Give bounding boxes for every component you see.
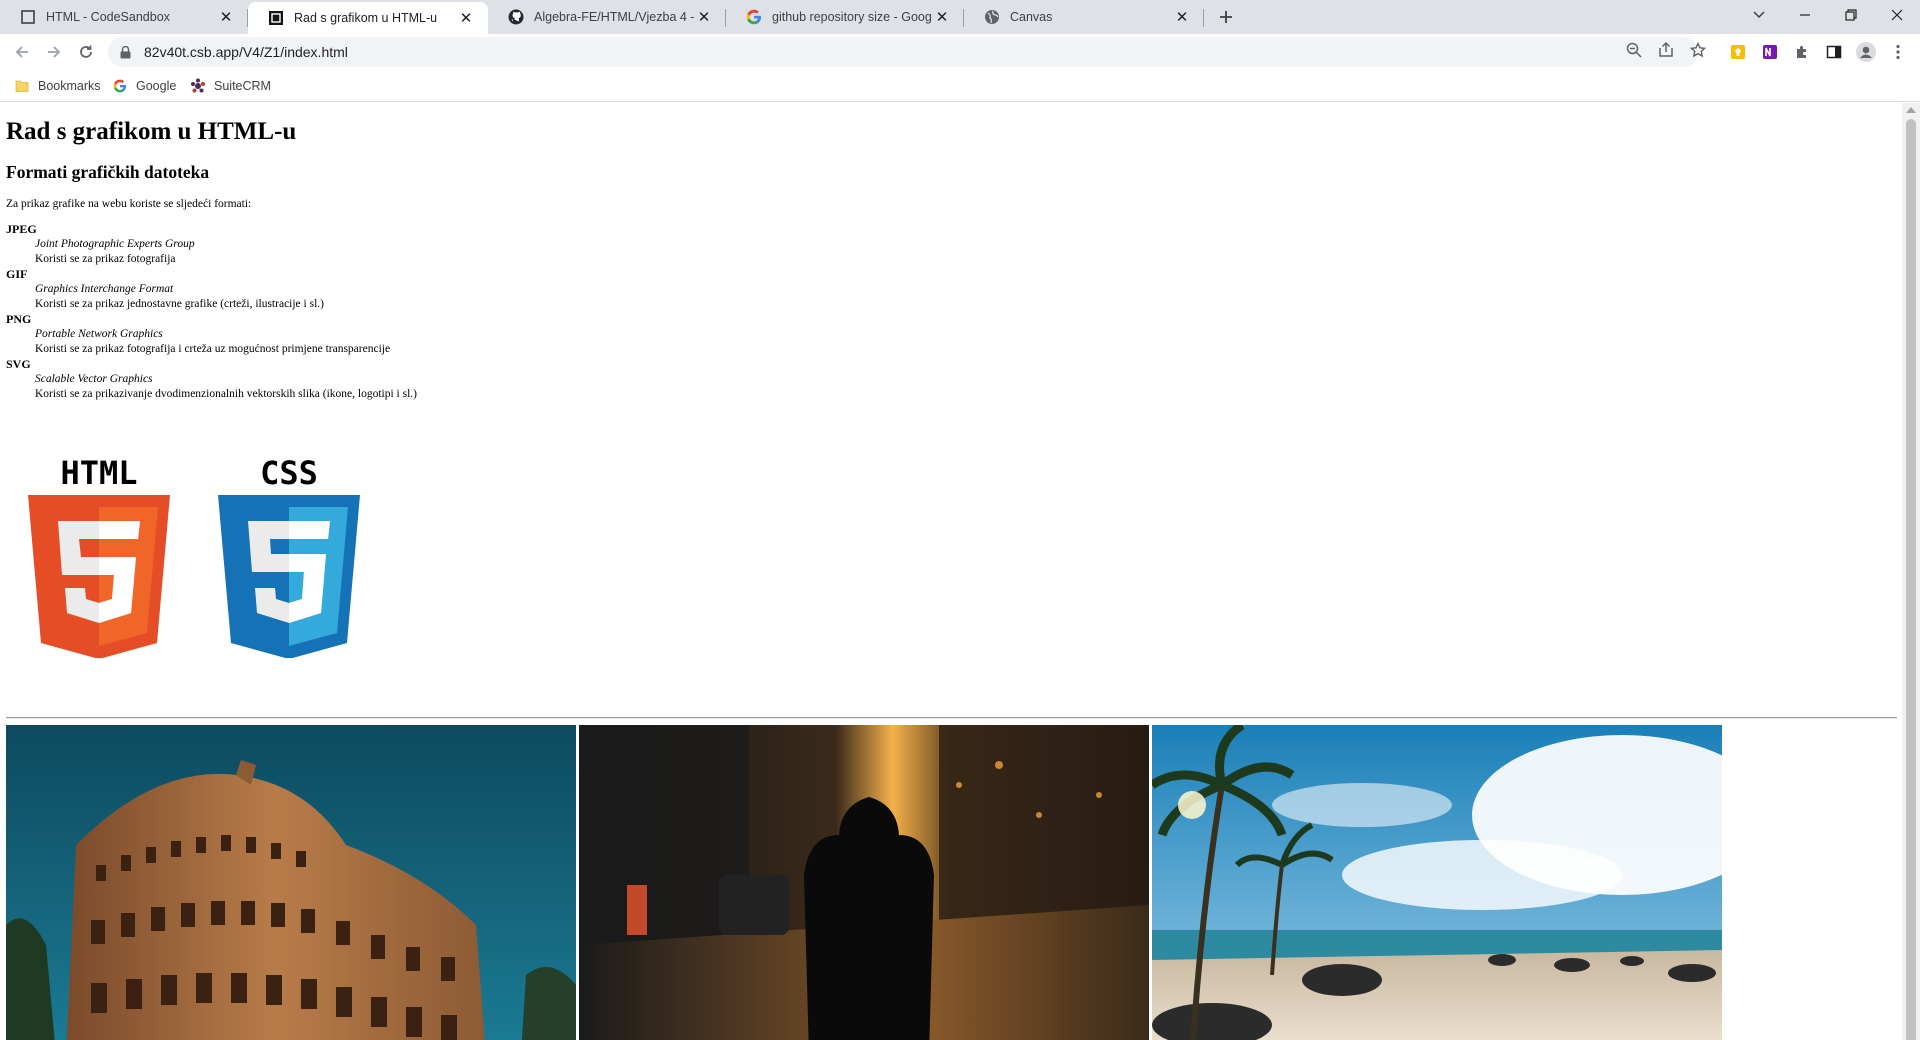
tab-rad-s-grafikom[interactable]: Rad s grafikom u HTML-u ✕ bbox=[248, 2, 488, 34]
chevron-down-icon bbox=[1753, 11, 1765, 19]
google-icon bbox=[746, 9, 762, 25]
css-logo-text: CSS bbox=[260, 454, 318, 492]
html-logo-text: HTML bbox=[60, 454, 137, 492]
restore-button[interactable] bbox=[1828, 0, 1874, 30]
close-window-button[interactable] bbox=[1874, 0, 1920, 30]
format-full-name: Portable Network Graphics bbox=[35, 328, 163, 340]
vertical-scrollbar[interactable] bbox=[1902, 103, 1920, 1040]
format-full-name: Scalable Vector Graphics bbox=[35, 373, 153, 385]
globe-icon bbox=[984, 9, 1000, 25]
extension-onenote[interactable] bbox=[1760, 42, 1780, 62]
url-text: 82v40t.csb.app/V4/Z1/index.html bbox=[144, 44, 348, 60]
extension-keep[interactable] bbox=[1728, 42, 1748, 62]
codesandbox-icon bbox=[20, 9, 36, 25]
codesandbox-icon bbox=[268, 10, 284, 26]
side-panel-button[interactable] bbox=[1824, 42, 1844, 62]
scroll-up-arrow[interactable] bbox=[1906, 107, 1916, 113]
close-icon[interactable]: ✕ bbox=[456, 8, 476, 28]
page-title: Rad s grafikom u HTML-u bbox=[6, 118, 297, 145]
format-term: JPEG bbox=[6, 222, 37, 236]
format-full-name: Joint Photographic Experts Group bbox=[35, 238, 195, 250]
onenote-icon bbox=[1763, 45, 1777, 59]
address-bar[interactable]: 82v40t.csb.app/V4/Z1/index.html bbox=[108, 37, 1698, 67]
close-icon[interactable]: ✕ bbox=[932, 7, 952, 27]
minimize-button[interactable] bbox=[1782, 0, 1828, 30]
menu-button[interactable] bbox=[1888, 42, 1908, 62]
html5-logo: HTML bbox=[28, 454, 170, 658]
format-term: GIF bbox=[6, 267, 28, 281]
zoom-icon bbox=[1626, 42, 1642, 58]
tab-search-button[interactable] bbox=[1736, 0, 1782, 30]
colosseum-photo bbox=[6, 725, 576, 1040]
format-term: SVG bbox=[6, 357, 31, 371]
restore-icon bbox=[1845, 9, 1857, 21]
arrow-left-icon bbox=[15, 46, 28, 58]
puzzle-icon bbox=[1797, 46, 1806, 58]
horizontal-rule bbox=[6, 717, 1897, 719]
reload-icon bbox=[80, 45, 92, 58]
keep-icon bbox=[1731, 45, 1745, 59]
bookmark-bookmarks-folder[interactable]: Bookmarks bbox=[14, 76, 101, 96]
share-icon bbox=[1659, 42, 1673, 57]
arrow-right-icon bbox=[48, 46, 61, 58]
intro-paragraph: Za prikaz grafike na webu koriste se slj… bbox=[6, 198, 252, 210]
browser-toolbar: 82v40t.csb.app/V4/Z1/index.html bbox=[0, 34, 1920, 70]
tab-label: Rad s grafikom u HTML-u bbox=[294, 11, 438, 25]
suitecrm-icon bbox=[190, 78, 206, 94]
close-icon[interactable]: ✕ bbox=[1172, 7, 1192, 27]
new-tab-button[interactable] bbox=[1214, 5, 1238, 29]
close-icon bbox=[1891, 9, 1903, 21]
format-description: Koristi se za prikaz fotografija bbox=[35, 253, 176, 265]
google-icon bbox=[112, 78, 128, 94]
minimize-icon bbox=[1800, 14, 1810, 16]
extensions-button[interactable] bbox=[1792, 42, 1812, 62]
bookmark-suitecrm[interactable]: SuiteCRM bbox=[190, 76, 271, 96]
bookmark-label: Google bbox=[136, 79, 177, 93]
tab-label: Algebra-FE/HTML/Vjezba 4 - Gra bbox=[534, 10, 694, 24]
format-description: Koristi se za prikazivanje dvodimenziona… bbox=[35, 388, 417, 400]
format-full-name: Graphics Interchange Format bbox=[35, 283, 174, 295]
tab-label: HTML - CodeSandbox bbox=[46, 10, 170, 24]
css3-logo: CSS bbox=[218, 454, 360, 658]
reload-button[interactable] bbox=[72, 38, 100, 66]
bookmark-label: Bookmarks bbox=[38, 79, 101, 93]
tab-html-codesandbox[interactable]: HTML - CodeSandbox ✕ bbox=[0, 0, 248, 34]
lock-icon bbox=[120, 45, 134, 59]
bookmark-label: SuiteCRM bbox=[214, 79, 271, 93]
beach-photo bbox=[1152, 725, 1722, 1040]
tab-strip: HTML - CodeSandbox ✕ Rad s grafikom u HT… bbox=[0, 0, 1920, 34]
forward-button[interactable] bbox=[40, 38, 68, 66]
street-figure-photo bbox=[579, 725, 1149, 1040]
close-icon[interactable]: ✕ bbox=[694, 7, 714, 27]
star-icon bbox=[1690, 42, 1706, 58]
back-button[interactable] bbox=[8, 38, 36, 66]
page-subtitle: Formati grafičkih datoteka bbox=[6, 162, 210, 182]
tab-label: github repository size - Google S bbox=[772, 10, 932, 24]
close-icon[interactable]: ✕ bbox=[216, 7, 236, 27]
format-description: Koristi se za prikaz fotografija i crtež… bbox=[35, 343, 391, 355]
tab-google-search[interactable]: github repository size - Google S ✕ bbox=[726, 0, 964, 34]
tab-label: Canvas bbox=[1010, 10, 1053, 24]
tab-algebra-github[interactable]: Algebra-FE/HTML/Vjezba 4 - Gra ✕ bbox=[488, 0, 726, 34]
github-icon bbox=[508, 9, 524, 25]
scrollbar-thumb[interactable] bbox=[1906, 119, 1916, 1040]
profile-button[interactable] bbox=[1856, 42, 1876, 62]
share-button[interactable] bbox=[1656, 40, 1676, 60]
format-description: Koristi se za prikaz jednostavne grafike… bbox=[35, 298, 324, 310]
bookmark-google[interactable]: Google bbox=[112, 76, 176, 96]
tab-canvas[interactable]: Canvas ✕ bbox=[964, 0, 1204, 34]
format-definition-list: JPEG Joint Photographic Experts Group Ko… bbox=[6, 222, 417, 402]
kebab-menu-icon bbox=[1896, 44, 1900, 60]
tab-separator bbox=[1203, 9, 1204, 27]
page-content: Rad s grafikom u HTML-u Formati grafički… bbox=[0, 103, 1902, 1040]
plus-icon bbox=[1220, 11, 1232, 23]
bookmarks-bar: Bookmarks Google SuiteCRM bbox=[0, 70, 1920, 102]
folder-icon bbox=[14, 78, 30, 94]
bookmark-star-button[interactable] bbox=[1688, 40, 1708, 60]
zoom-button[interactable] bbox=[1624, 40, 1644, 60]
side-panel-icon bbox=[1826, 45, 1842, 59]
format-term: PNG bbox=[6, 312, 32, 326]
avatar-icon bbox=[1856, 42, 1876, 62]
